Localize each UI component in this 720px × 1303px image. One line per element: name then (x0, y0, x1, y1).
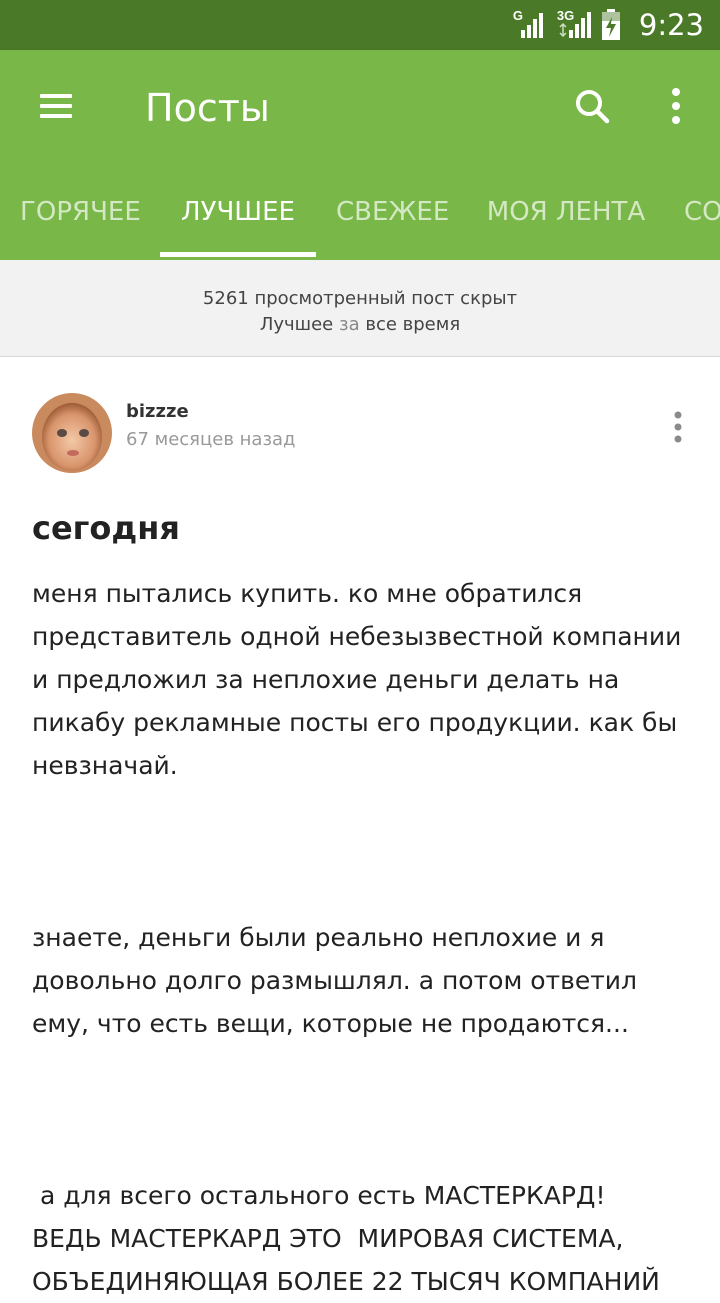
signal-icon: G (513, 8, 547, 40)
more-options-button[interactable] (656, 86, 696, 126)
info-banner: 5261 просмотренный пост скрыт Лучшее за … (0, 260, 720, 357)
filter-muted: за (339, 314, 360, 335)
hidden-posts-notice: 5261 просмотренный пост скрыт (202, 288, 518, 309)
tab-fresh[interactable]: СВЕЖЕЕ (336, 180, 449, 260)
post-options-button[interactable] (664, 407, 692, 447)
filter-period[interactable]: все время (365, 314, 460, 335)
signal-3g-icon: 3G (557, 8, 591, 40)
tab-best[interactable]: ЛУЧШЕЕ (160, 180, 316, 260)
avatar[interactable] (32, 393, 112, 473)
post-time: 67 месяцев назад (126, 429, 296, 450)
time-filter[interactable]: Лучшее за все время (0, 314, 720, 335)
post-paragraph: меня пытались купить. ко мне обратился п… (32, 579, 682, 780)
menu-button[interactable] (36, 86, 76, 126)
clock: 9:23 (638, 8, 704, 42)
author-name[interactable]: bizzze (126, 401, 189, 422)
post-paragraph: знаете, деньги были реально неплохие и я… (32, 923, 638, 1038)
tab-hot[interactable]: ГОРЯЧЕЕ (20, 180, 141, 260)
page-title: Посты (145, 86, 270, 130)
tab-communities[interactable]: СО (684, 180, 720, 260)
tab-my-feed[interactable]: МОЯ ЛЕНТА (486, 180, 646, 260)
battery-charging-icon (601, 9, 620, 40)
search-icon (576, 90, 610, 124)
app-bar: Посты ГОРЯЧЕЕ ЛУЧШЕЕ СВЕЖЕЕ МОЯ ЛЕНТА СО (0, 50, 720, 260)
more-vert-icon (674, 411, 682, 443)
search-button[interactable] (572, 86, 612, 126)
post-title: сегодня (32, 509, 180, 547)
more-vert-icon (672, 88, 680, 124)
status-bar: G 3G 9:23 (0, 0, 720, 50)
filter-prefix: Лучшее (259, 314, 334, 335)
tab-bar: ГОРЯЧЕЕ ЛУЧШЕЕ СВЕЖЕЕ МОЯ ЛЕНТА СО (0, 180, 720, 260)
active-tab-indicator (160, 252, 316, 257)
post-paragraph: а для всего остального есть МАСТЕРКАРД! … (32, 1181, 660, 1296)
